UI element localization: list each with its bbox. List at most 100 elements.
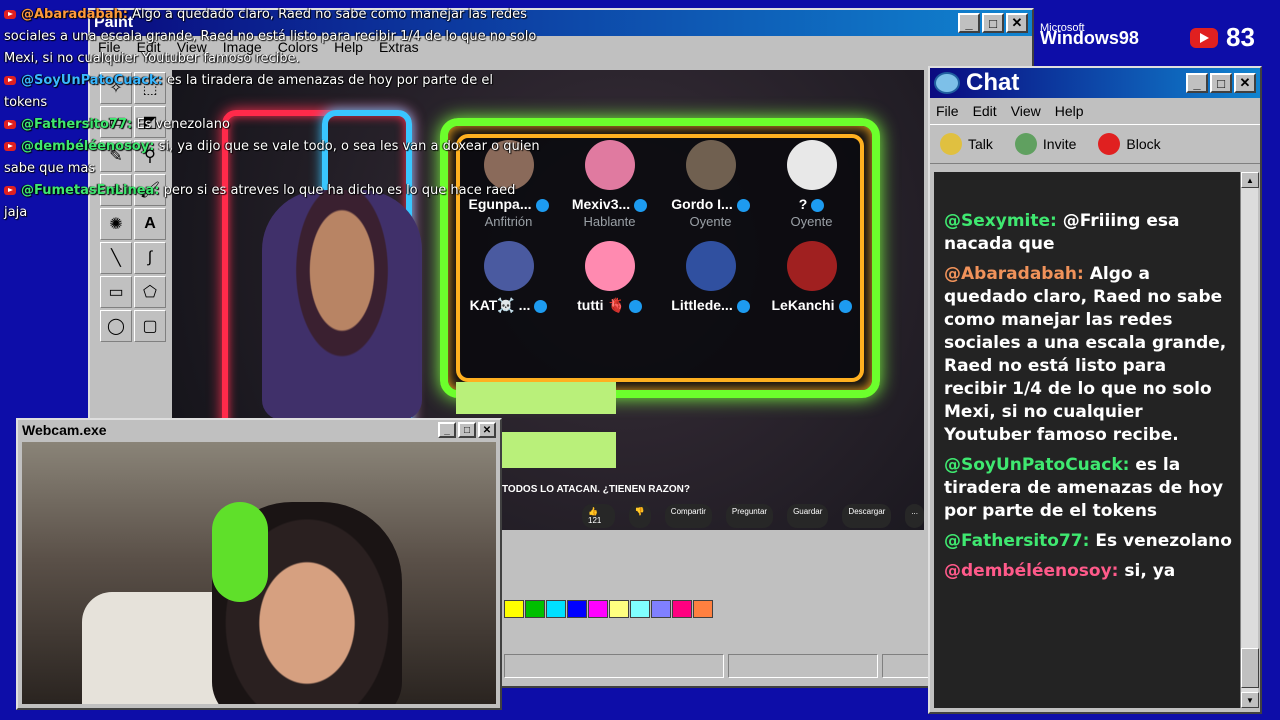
talk-label: Talk	[968, 136, 993, 152]
block-icon	[1098, 133, 1121, 155]
menu-view[interactable]: View	[1011, 103, 1041, 119]
overlay-username: @Abaradabah:	[21, 7, 128, 22]
color-swatch[interactable]	[567, 600, 587, 618]
rectangle-icon[interactable]: ▭	[100, 276, 132, 308]
chat-scrollbar[interactable]: ▲ ▼	[1240, 172, 1259, 708]
participant[interactable]: ? Oyente	[761, 140, 862, 229]
participant-role: Oyente	[689, 214, 732, 229]
polygon-icon[interactable]: ⬠	[134, 276, 166, 308]
avatar	[483, 241, 534, 291]
minimize-button[interactable]: _	[958, 13, 980, 33]
participant[interactable]: KAT☠️ ...	[458, 241, 559, 316]
chat-message: @dembéléenosoy: si, ya	[944, 560, 1232, 583]
viewer-count-value: 83	[1226, 22, 1255, 52]
participant[interactable]: Mexiv3... Hablante	[559, 140, 660, 229]
youtube-icon	[4, 186, 16, 195]
minimize-button[interactable]: _	[438, 422, 456, 438]
maximize-button[interactable]: □	[982, 13, 1004, 33]
scroll-up-icon[interactable]: ▲	[1241, 172, 1259, 188]
participant-role: Oyente	[790, 214, 833, 229]
webcam-titlebar[interactable]: Webcam.exe _ □ ✕	[18, 420, 500, 440]
verified-icon	[838, 299, 852, 313]
overlay-message: @FumetasEnLinea: pero si es atreves lo q…	[0, 180, 540, 224]
download-button[interactable]: Descargar	[842, 504, 892, 528]
color-swatch[interactable]	[588, 600, 608, 618]
rounded-rect-icon[interactable]: ▢	[134, 310, 166, 342]
color-palette	[504, 600, 713, 618]
overlay-message: @SoyUnPatoCuack: es la tiradera de amena…	[0, 70, 540, 114]
chat-username: @SoyUnPatoCuack:	[944, 455, 1130, 475]
color-swatch[interactable]	[504, 600, 524, 618]
overlay-message: @dembéléenosoy: si, ya dijo que se vale …	[0, 136, 540, 180]
chat-titlebar[interactable]: Chat _ □ ✕	[930, 68, 1260, 98]
dislike-button[interactable]: 👎	[628, 504, 651, 528]
invite-button[interactable]: Invite	[1014, 133, 1077, 155]
more-button[interactable]: ...	[905, 504, 924, 528]
like-button[interactable]: 👍 121	[582, 504, 615, 528]
overlay-chat: @Abaradabah: Algo a quedado claro, Raed …	[0, 4, 540, 224]
block-button[interactable]: Block	[1098, 133, 1161, 155]
ellipse-icon[interactable]: ◯	[100, 310, 132, 342]
color-swatch[interactable]	[546, 600, 566, 618]
chat-messages: @Sexymite: @Friiing esa nacada que @Abara…	[934, 172, 1240, 708]
chat-text: Es venezolano	[1095, 531, 1232, 551]
close-button[interactable]: ✕	[1234, 73, 1256, 93]
status-cell	[504, 654, 724, 678]
video-title: TODOS LO ATACAN. ¿TIENEN RAZON?	[502, 484, 690, 495]
invite-label: Invite	[1042, 136, 1077, 152]
ask-button[interactable]: Preguntar	[725, 504, 774, 528]
participant-name: Gordo I...	[671, 196, 733, 212]
maximize-button[interactable]: □	[1210, 73, 1232, 93]
chat-username: @Fathersito77:	[944, 531, 1090, 551]
participant[interactable]: tutti 🫀	[559, 241, 660, 316]
participant-name: KAT☠️ ...	[469, 297, 531, 313]
chat-message: @Abaradabah: Algo a quedado claro, Raed …	[944, 263, 1232, 447]
menu-file[interactable]: File	[936, 103, 959, 119]
youtube-icon	[4, 120, 16, 129]
video-actions: 👍 121 👎 Compartir Preguntar Guardar Desc…	[582, 504, 924, 528]
chat-menubar: File Edit View Help	[930, 98, 1260, 124]
verified-icon	[634, 198, 648, 212]
talk-button[interactable]: Talk	[940, 133, 993, 155]
participant-role: Hablante	[583, 214, 636, 229]
color-swatch[interactable]	[651, 600, 671, 618]
chat-username: @Sexymite:	[944, 211, 1057, 231]
color-swatch[interactable]	[630, 600, 650, 618]
invite-icon	[1014, 133, 1037, 155]
menu-edit[interactable]: Edit	[973, 103, 997, 119]
share-button[interactable]: Compartir	[664, 504, 712, 528]
scroll-down-icon[interactable]: ▼	[1241, 692, 1259, 708]
chat-title: Chat	[966, 69, 1020, 96]
participant[interactable]: LeKanchi	[761, 241, 862, 316]
participant[interactable]: Gordo I... Oyente	[660, 140, 761, 229]
close-button[interactable]: ✕	[1006, 13, 1028, 33]
avatar	[584, 241, 635, 291]
overlay-text: Es venezolano	[136, 117, 230, 132]
participant[interactable]: Littlede...	[660, 241, 761, 316]
save-button[interactable]: Guardar	[787, 504, 829, 528]
curve-icon[interactable]: ∫	[134, 242, 166, 274]
minimize-button[interactable]: _	[1186, 73, 1208, 93]
youtube-icon	[4, 10, 16, 19]
windows98-logo: Microsoft Windows98	[1040, 22, 1139, 49]
participant-name: Mexiv3...	[571, 196, 631, 212]
close-button[interactable]: ✕	[478, 422, 496, 438]
verified-icon	[628, 299, 642, 313]
block-label: Block	[1126, 136, 1161, 152]
chat-toolbar: Talk Invite Block	[930, 124, 1260, 164]
comment-card	[456, 382, 616, 414]
maximize-button[interactable]: □	[458, 422, 476, 438]
color-swatch[interactable]	[693, 600, 713, 618]
color-swatch[interactable]	[525, 600, 545, 618]
status-cell	[728, 654, 878, 678]
line-icon[interactable]: ╲	[100, 242, 132, 274]
color-swatch[interactable]	[609, 600, 629, 618]
overlay-username: @SoyUnPatoCuack:	[21, 73, 163, 88]
scroll-thumb[interactable]	[1241, 648, 1259, 688]
youtube-icon	[4, 142, 16, 151]
color-swatch[interactable]	[672, 600, 692, 618]
menu-help[interactable]: Help	[1055, 103, 1084, 119]
avatar	[685, 241, 736, 291]
chat-username: @Abaradabah:	[944, 264, 1084, 284]
participant-name: tutti 🫀	[577, 297, 625, 313]
